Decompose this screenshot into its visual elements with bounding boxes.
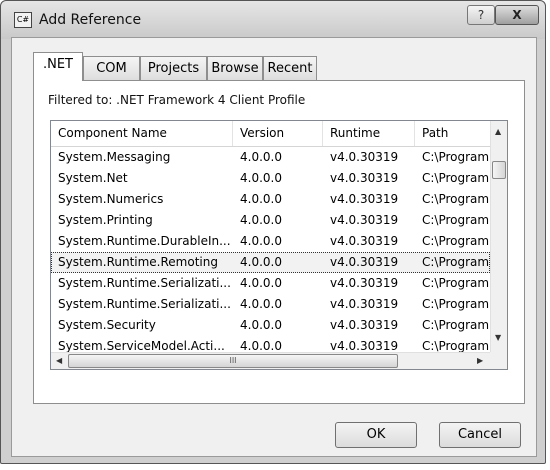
scroll-up-arrow-icon[interactable]: ▲ bbox=[495, 127, 501, 136]
cell-component-name: System.Runtime.Serializati... bbox=[58, 297, 231, 311]
table-row[interactable]: System.Runtime.Serializati... 4.0.0.0 v4.0… bbox=[51, 273, 490, 294]
tab-dotnet[interactable]: .NET bbox=[33, 52, 83, 81]
cell-version: 4.0.0.0 bbox=[240, 213, 282, 227]
cell-runtime: v4.0.30319 bbox=[330, 234, 399, 248]
table-row[interactable]: System.Runtime.DurableIn... 4.0.0.0 v4.0.3… bbox=[51, 231, 490, 252]
cell-version: 4.0.0.0 bbox=[240, 234, 282, 248]
table-row[interactable]: System.Printing 4.0.0.0 v4.0.30319 C:\Progr… bbox=[51, 210, 490, 231]
cell-path: C:\Program bbox=[422, 171, 490, 185]
column-header-path[interactable]: Path bbox=[415, 121, 490, 146]
cell-runtime: v4.0.30319 bbox=[330, 276, 399, 290]
column-header-runtime[interactable]: Runtime bbox=[323, 121, 415, 146]
cell-runtime: v4.0.30319 bbox=[330, 213, 399, 227]
cell-runtime: v4.0.30319 bbox=[330, 150, 399, 164]
tab-projects[interactable]: Projects bbox=[140, 56, 207, 80]
column-header-version[interactable]: Version bbox=[233, 121, 323, 146]
cell-version: 4.0.0.0 bbox=[240, 192, 282, 206]
cell-path: C:\Program bbox=[422, 276, 490, 290]
table-row-selected[interactable]: System.Runtime.Remoting 4.0.0.0 v4.0.30319… bbox=[51, 252, 490, 273]
table-row[interactable]: System.Security 4.0.0.0 v4.0.30319 C:\Progr… bbox=[51, 315, 490, 336]
cell-version: 4.0.0.0 bbox=[240, 276, 282, 290]
cell-component-name: System.Messaging bbox=[58, 150, 171, 164]
cell-component-name: System.Runtime.Remoting bbox=[58, 255, 218, 269]
cell-path: C:\Program bbox=[422, 297, 490, 311]
cell-component-name: System.Printing bbox=[58, 213, 153, 227]
horizontal-scrollbar[interactable]: ◀ III ▶ bbox=[51, 352, 490, 369]
cell-runtime: v4.0.30319 bbox=[330, 297, 399, 311]
vertical-scroll-thumb[interactable] bbox=[492, 161, 506, 179]
dialog-client-area: .NET COM Projects Browse Recent Filtered… bbox=[11, 37, 537, 457]
close-button[interactable]: X bbox=[495, 5, 539, 25]
cell-component-name: System.Security bbox=[58, 318, 156, 332]
cell-version: 4.0.0.0 bbox=[240, 171, 282, 185]
scroll-down-arrow-icon[interactable]: ▼ bbox=[495, 333, 501, 342]
title-bar[interactable]: C# Add Reference ? X bbox=[1, 1, 545, 39]
cell-version: 4.0.0.0 bbox=[240, 318, 282, 332]
tab-browse[interactable]: Browse bbox=[207, 56, 263, 80]
scrollbar-corner bbox=[490, 352, 507, 369]
ok-button[interactable]: OK bbox=[335, 422, 417, 448]
table-row[interactable]: System.Numerics 4.0.0.0 v4.0.30319 C:\Progr… bbox=[51, 189, 490, 210]
cell-component-name: System.Net bbox=[58, 171, 128, 185]
help-button[interactable]: ? bbox=[467, 5, 495, 25]
component-list[interactable]: Component Name Version Runtime Path Syst… bbox=[50, 120, 508, 370]
csharp-app-icon: C# bbox=[14, 12, 32, 28]
tab-panel-dotnet: Filtered to: .NET Framework 4 Client Pro… bbox=[33, 80, 525, 404]
cell-runtime: v4.0.30319 bbox=[330, 171, 399, 185]
vertical-scrollbar[interactable]: ▲ ▼ bbox=[490, 121, 507, 352]
filter-label: Filtered to: .NET Framework 4 Client Pro… bbox=[48, 93, 306, 107]
cell-version: 4.0.0.0 bbox=[240, 255, 282, 269]
table-row[interactable]: System.Net 4.0.0.0 v4.0.30319 C:\Program bbox=[51, 168, 490, 189]
cell-path: C:\Program bbox=[422, 234, 490, 248]
tab-com[interactable]: COM bbox=[83, 56, 140, 80]
cell-runtime: v4.0.30319 bbox=[330, 192, 399, 206]
table-row[interactable]: System.Messaging 4.0.0.0 v4.0.30319 C:\Prog… bbox=[51, 147, 490, 168]
cell-runtime: v4.0.30319 bbox=[330, 255, 399, 269]
cancel-button[interactable]: Cancel bbox=[439, 422, 521, 448]
tab-recent[interactable]: Recent bbox=[263, 56, 317, 80]
add-reference-dialog: C# Add Reference ? X .NET COM Projects B… bbox=[0, 0, 546, 464]
cell-component-name: System.Runtime.DurableIn... bbox=[58, 234, 231, 248]
scroll-right-arrow-icon[interactable]: ▶ bbox=[477, 356, 483, 365]
column-header-component-name[interactable]: Component Name bbox=[51, 121, 233, 146]
cell-runtime: v4.0.30319 bbox=[330, 318, 399, 332]
table-row[interactable]: System.Runtime.Serializati... 4.0.0.0 v4.0… bbox=[51, 294, 490, 315]
dialog-title: Add Reference bbox=[39, 12, 142, 28]
cell-path: C:\Program bbox=[422, 213, 490, 227]
cell-component-name: System.Numerics bbox=[58, 192, 164, 206]
cell-version: 4.0.0.0 bbox=[240, 150, 282, 164]
cell-path: C:\Program bbox=[422, 150, 490, 164]
horizontal-scroll-thumb[interactable]: III bbox=[68, 354, 398, 368]
list-header: Component Name Version Runtime Path bbox=[51, 121, 490, 147]
cell-component-name: System.Runtime.Serializati... bbox=[58, 276, 231, 290]
scroll-left-arrow-icon[interactable]: ◀ bbox=[56, 356, 62, 365]
cell-path: C:\Program bbox=[422, 318, 490, 332]
cell-path: C:\Program bbox=[422, 255, 490, 269]
cell-version: 4.0.0.0 bbox=[240, 297, 282, 311]
cell-path: C:\Program bbox=[422, 192, 490, 206]
